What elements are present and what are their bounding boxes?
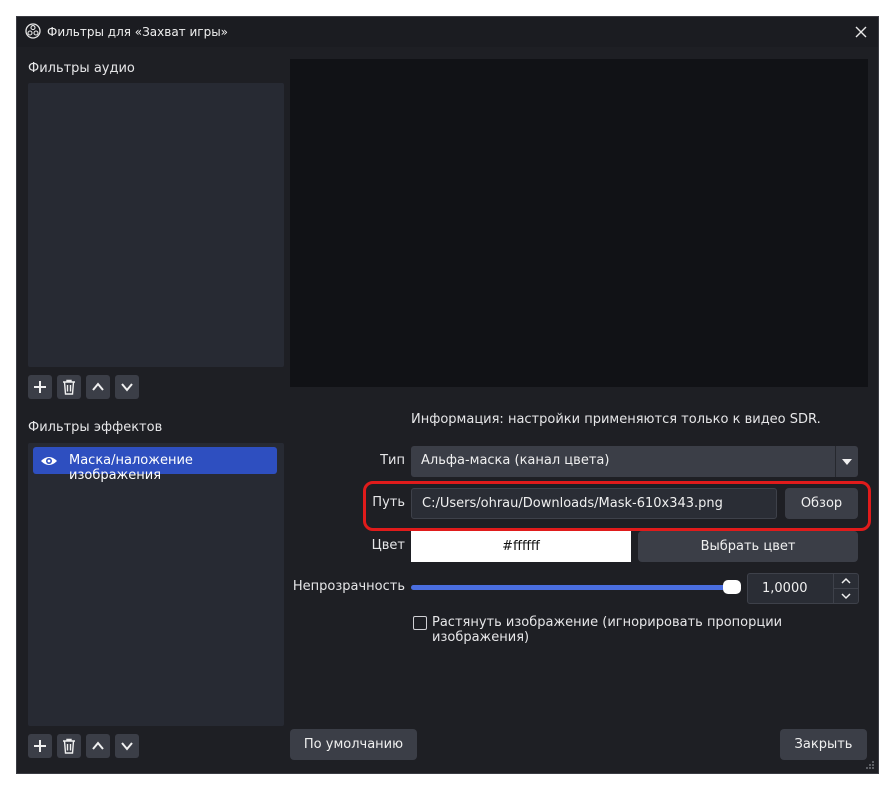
add-audio-filter-button[interactable] bbox=[28, 375, 52, 399]
spin-buttons bbox=[833, 574, 858, 603]
preview-area bbox=[290, 59, 868, 387]
chevron-up-icon bbox=[92, 741, 104, 750]
info-text: Информация: настройки применяются только… bbox=[411, 412, 821, 427]
remove-audio-filter-button[interactable] bbox=[57, 375, 81, 399]
decrement-button[interactable] bbox=[834, 589, 858, 603]
move-effect-filter-down-button[interactable] bbox=[115, 734, 139, 758]
filters-dialog: Фильтры для «Захват игры» Фильтры аудио … bbox=[16, 16, 879, 774]
effect-filter-item[interactable]: Маска/наложение изображения bbox=[33, 447, 277, 483]
caret-down-icon bbox=[842, 459, 852, 465]
opacity-spinbox[interactable]: 1,0000 bbox=[747, 573, 859, 604]
close-icon[interactable] bbox=[852, 23, 870, 41]
defaults-button[interactable]: По умолчанию bbox=[290, 729, 417, 760]
obs-logo-icon bbox=[25, 23, 41, 39]
move-audio-filter-up-button[interactable] bbox=[86, 375, 110, 399]
opacity-slider[interactable] bbox=[411, 580, 741, 594]
opacity-value: 1,0000 bbox=[762, 581, 808, 596]
type-label: Тип bbox=[380, 453, 405, 468]
audio-filters-label: Фильтры аудио bbox=[28, 61, 135, 76]
opacity-slider-handle[interactable] bbox=[723, 580, 741, 594]
add-icon bbox=[34, 381, 46, 393]
chevron-down-icon bbox=[841, 593, 851, 600]
effect-filters-label: Фильтры эффектов bbox=[28, 420, 163, 435]
highlight-annotation bbox=[363, 481, 871, 531]
opacity-slider-fill bbox=[411, 585, 732, 590]
chevron-up-icon bbox=[841, 577, 851, 584]
pick-color-button[interactable]: Выбрать цвет bbox=[638, 531, 858, 562]
type-dropdown[interactable]: Альфа-маска (канал цвета) bbox=[411, 446, 858, 477]
increment-button[interactable] bbox=[834, 574, 858, 589]
chevron-up-icon bbox=[92, 382, 104, 391]
type-dropdown-value: Альфа-маска (канал цвета) bbox=[421, 453, 610, 468]
add-icon bbox=[34, 740, 46, 752]
color-label: Цвет bbox=[371, 538, 405, 553]
audio-filters-list[interactable] bbox=[28, 83, 284, 367]
stretch-checkbox-label[interactable]: Растянуть изображение (игнорировать проп… bbox=[432, 615, 878, 645]
effect-filters-list[interactable]: Маска/наложение изображения bbox=[28, 443, 284, 726]
trash-icon bbox=[63, 738, 75, 754]
window-title: Фильтры для «Захват игры» bbox=[47, 25, 229, 39]
chevron-down-icon bbox=[121, 742, 133, 751]
title-bar: Фильтры для «Захват игры» bbox=[17, 17, 878, 47]
audio-filters-toolbar bbox=[28, 375, 139, 399]
move-audio-filter-down-button[interactable] bbox=[115, 375, 139, 399]
opacity-label: Непрозрачность bbox=[292, 579, 405, 594]
chevron-down-icon bbox=[121, 383, 133, 392]
trash-icon bbox=[63, 379, 75, 395]
stretch-checkbox[interactable] bbox=[413, 616, 427, 630]
add-effect-filter-button[interactable] bbox=[28, 734, 52, 758]
eye-icon[interactable] bbox=[40, 454, 58, 468]
dropdown-separator bbox=[835, 446, 836, 477]
color-swatch: #ffffff bbox=[411, 531, 631, 562]
close-button[interactable]: Закрыть bbox=[780, 729, 867, 760]
effect-filters-toolbar bbox=[28, 734, 139, 758]
remove-effect-filter-button[interactable] bbox=[57, 734, 81, 758]
effect-filter-label: Маска/наложение изображения bbox=[69, 453, 193, 483]
move-effect-filter-up-button[interactable] bbox=[86, 734, 110, 758]
resize-grip-icon[interactable] bbox=[865, 760, 875, 770]
